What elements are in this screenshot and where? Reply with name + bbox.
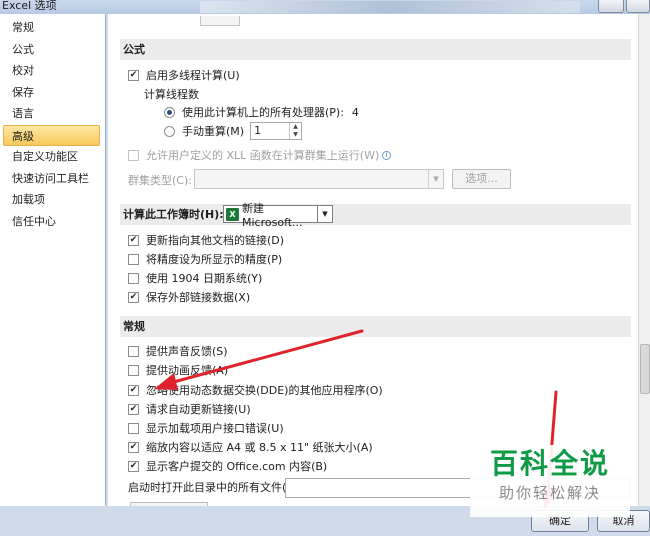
use-all-processors-label: 使用此计算机上的所有处理器(P): [182, 106, 344, 119]
watermark: 百科全说 助你轻松解决 [470, 445, 630, 517]
auto-update-links-checkbox[interactable]: ✔ [128, 403, 139, 415]
threads-heading: 计算线程数 [144, 85, 199, 103]
options-panel: 公式 ✔ 启用多线程计算(U) 计算线程数 使用此计算机上的所有处理器(P): … [108, 14, 638, 506]
save-external-links-option[interactable]: ✔ 保存外部链接数据(X) [128, 288, 250, 306]
scale-content-option[interactable]: ✔ 缩放内容以适应 A4 或 8.5 x 11" 纸张大小(A) [128, 438, 373, 456]
xll-cluster-label: 允许用户定义的 XLL 函数在计算群集上运行(W) [146, 149, 380, 162]
xll-cluster-option[interactable]: 允许用户定义的 XLL 函数在计算群集上运行(W) i [128, 146, 392, 164]
sound-feedback-option[interactable]: 提供声音反馈(S) [128, 342, 228, 360]
manual-threads-label: 手动重算(M) [182, 125, 245, 138]
sound-feedback-checkbox[interactable] [128, 345, 139, 357]
multithread-label: 启用多线程计算(U) [146, 69, 240, 82]
precision-label: 将精度设为所显示的精度(P) [146, 253, 283, 266]
animation-feedback-checkbox[interactable] [128, 364, 139, 376]
use-all-processors-radio[interactable] [164, 106, 175, 118]
auto-update-links-option[interactable]: ✔ 请求自动更新链接(U) [128, 400, 251, 418]
multithread-option[interactable]: ✔ 启用多线程计算(U) [128, 66, 240, 84]
sidebar-item-save[interactable]: 保存 [0, 82, 105, 104]
sidebar-item-formulas[interactable]: 公式 [0, 39, 105, 61]
section-formulas: 公式 [120, 39, 631, 60]
office-content-label: 显示客户提交的 Office.com 内容(B) [146, 460, 328, 473]
sidebar: 常规 公式 校对 保存 语言 高级 自定义功能区 快速访问工具栏 加载项 信任中… [0, 14, 106, 506]
date-1904-option[interactable]: 使用 1904 日期系统(Y) [128, 269, 262, 287]
addin-errors-label: 显示加载项用户接口错误(U) [146, 422, 284, 435]
cluster-options-button[interactable]: 选项... [452, 169, 511, 189]
startup-folder-label: 启动时打开此目录中的所有文件(L): [128, 481, 301, 494]
chevron-down-icon[interactable]: ▼ [317, 206, 332, 222]
use-all-processors-option[interactable]: 使用此计算机上的所有处理器(P): 4 [164, 103, 359, 121]
office-content-checkbox[interactable]: ✔ [128, 460, 139, 472]
workbook-calc-label: 计算此工作簿时(H): [123, 208, 224, 221]
scrollbar-thumb[interactable] [640, 344, 650, 394]
date-1904-label: 使用 1904 日期系统(Y) [146, 272, 263, 285]
threads-label: 计算线程数 [144, 88, 199, 101]
sidebar-item-general[interactable]: 常规 [0, 17, 105, 39]
manual-threads-radio[interactable] [164, 125, 175, 137]
top-control-fragment [200, 16, 240, 26]
processor-count: 4 [351, 105, 359, 119]
addin-errors-option[interactable]: 显示加载项用户接口错误(U) [128, 419, 284, 437]
cluster-type-row: 群集类型(C): [128, 171, 192, 189]
save-external-links-label: 保存外部链接数据(X) [146, 291, 251, 304]
sidebar-item-proofing[interactable]: 校对 [0, 60, 105, 82]
watermark-title: 百科全说 [489, 447, 610, 480]
workbook-select[interactable]: X 新建 Microsoft... ▼ [223, 202, 333, 229]
sidebar-item-trust-center[interactable]: 信任中心 [0, 211, 105, 233]
auto-update-links-label: 请求自动更新链接(U) [146, 403, 251, 416]
watermark-subtitle: 助你轻松解决 [498, 484, 601, 502]
title-bar: Excel 选项 [0, 0, 650, 14]
save-external-links-checkbox[interactable]: ✔ [128, 291, 139, 303]
addin-errors-checkbox[interactable] [128, 422, 139, 434]
sidebar-item-customize-ribbon[interactable]: 自定义功能区 [0, 146, 105, 168]
excel-workbook-icon: X [226, 207, 239, 221]
ignore-dde-option[interactable]: ✔ 忽略使用动态数据交换(DDE)的其他应用程序(O) [128, 381, 383, 399]
manual-threads-stepper[interactable]: 1 ▲ ▼ [250, 122, 303, 140]
stepper-up-icon[interactable]: ▲ [290, 123, 301, 131]
sidebar-item-add-ins[interactable]: 加载项 [0, 189, 105, 211]
date-1904-checkbox[interactable] [128, 272, 139, 284]
startup-folder-row: 启动时打开此目录中的所有文件(L): [128, 478, 300, 496]
manual-threads-value[interactable]: 1 [251, 123, 289, 139]
window-title: Excel 选项 [2, 0, 57, 12]
chevron-down-icon[interactable]: ▼ [428, 170, 443, 188]
animation-feedback-label: 提供动画反馈(A) [146, 364, 229, 377]
vertical-scrollbar[interactable] [638, 14, 650, 506]
sound-feedback-label: 提供声音反馈(S) [146, 345, 228, 358]
info-icon: i [382, 150, 392, 160]
office-content-option[interactable]: ✔ 显示客户提交的 Office.com 内容(B) [128, 457, 327, 475]
sidebar-item-advanced[interactable]: 高级 [3, 124, 100, 146]
section-workbook-calc: 计算此工作簿时(H): [120, 204, 631, 225]
ignore-dde-label: 忽略使用动态数据交换(DDE)的其他应用程序(O) [146, 384, 383, 397]
precision-checkbox[interactable] [128, 253, 139, 265]
manual-threads-option[interactable]: 手动重算(M) 1 ▲ ▼ [164, 122, 303, 140]
multithread-checkbox[interactable]: ✔ [128, 69, 139, 81]
update-links-label: 更新指向其他文档的链接(D) [146, 234, 285, 247]
section-general: 常规 [120, 316, 631, 337]
animation-feedback-option[interactable]: 提供动画反馈(A) [128, 361, 228, 379]
scale-content-checkbox[interactable]: ✔ [128, 441, 139, 453]
ignore-dde-checkbox[interactable]: ✔ [128, 384, 139, 396]
update-links-checkbox[interactable]: ✔ [128, 234, 139, 246]
precision-option[interactable]: 将精度设为所显示的精度(P) [128, 250, 282, 268]
sidebar-item-quick-access-toolbar[interactable]: 快速访问工具栏 [0, 168, 105, 190]
workbook-select-value: 新建 Microsoft... [242, 201, 303, 229]
sidebar-item-language[interactable]: 语言 [0, 103, 105, 125]
stepper-down-icon[interactable]: ▼ [290, 131, 301, 139]
xll-cluster-checkbox[interactable] [128, 149, 139, 161]
cluster-type-label: 群集类型(C): [128, 174, 192, 187]
cluster-type-select[interactable]: ▼ [194, 169, 444, 189]
close-button[interactable] [626, 0, 650, 13]
help-button[interactable] [598, 0, 624, 13]
title-bar-background [200, 1, 580, 13]
update-links-option[interactable]: ✔ 更新指向其他文档的链接(D) [128, 231, 284, 249]
scale-content-label: 缩放内容以适应 A4 或 8.5 x 11" 纸张大小(A) [146, 441, 373, 454]
